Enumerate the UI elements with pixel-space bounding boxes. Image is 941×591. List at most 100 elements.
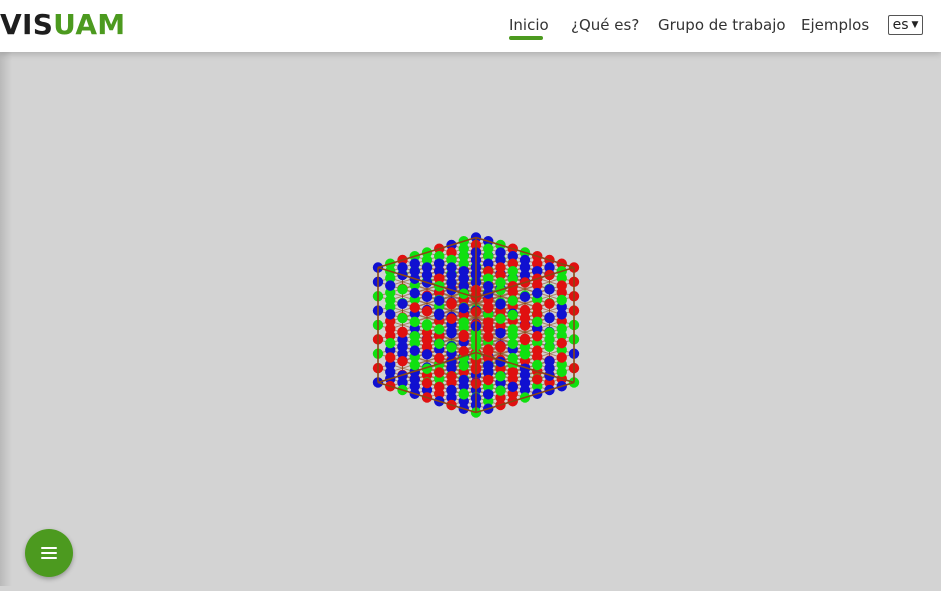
- atom: [544, 298, 555, 309]
- atom: [397, 298, 408, 309]
- atom: [483, 317, 494, 328]
- atom: [458, 389, 469, 400]
- atom: [409, 359, 420, 371]
- atom: [434, 324, 445, 335]
- atom: [446, 299, 457, 310]
- chevron-down-icon: ▼: [911, 20, 919, 30]
- atom: [483, 374, 494, 386]
- atom: [446, 371, 457, 382]
- atom: [532, 316, 543, 328]
- atom: [544, 284, 555, 295]
- atom: [409, 331, 420, 342]
- atom: [434, 309, 445, 321]
- atom: [385, 352, 396, 363]
- atom: [519, 291, 531, 303]
- atom: [434, 352, 445, 364]
- atom: [458, 374, 469, 386]
- atom: [397, 312, 408, 324]
- atom: [397, 327, 408, 338]
- atom: [421, 291, 433, 303]
- atom: [421, 306, 433, 317]
- atom: [385, 294, 396, 306]
- atom: [495, 327, 506, 339]
- atom: [385, 309, 396, 320]
- menu-icon: [41, 547, 57, 559]
- atom: [421, 320, 433, 331]
- logo-part-vis: VIS: [0, 8, 54, 41]
- atom: [556, 294, 567, 306]
- atom: [446, 313, 457, 324]
- atom: [483, 302, 494, 314]
- atom: [458, 302, 469, 314]
- atom: [397, 341, 408, 353]
- nav-item-que-es[interactable]: ¿Qué es?: [571, 15, 639, 35]
- atom: [556, 337, 567, 349]
- atom: [483, 331, 494, 343]
- atom: [409, 316, 420, 328]
- atom: [446, 385, 457, 396]
- atom: [458, 331, 469, 343]
- atom: [409, 287, 420, 299]
- atom: [385, 366, 396, 378]
- atom: [385, 323, 396, 334]
- atom: [507, 381, 518, 393]
- atom: [544, 341, 555, 353]
- atom: [519, 377, 531, 389]
- atom: [507, 324, 518, 335]
- atom: [544, 327, 555, 338]
- atom: [507, 338, 518, 349]
- atom: [434, 295, 445, 306]
- atom: [446, 327, 457, 339]
- atom: [556, 323, 567, 334]
- atom: [519, 349, 531, 360]
- atom: [544, 312, 555, 324]
- atom: [385, 280, 396, 291]
- atom: [556, 280, 567, 291]
- top-navbar: VISUAM Inicio ¿Qué es? Grupo de trabajo …: [0, 0, 941, 52]
- atom: [507, 309, 518, 321]
- 3d-viewer[interactable]: [0, 52, 941, 586]
- logo[interactable]: VISUAM: [0, 8, 125, 42]
- atom: [495, 371, 506, 382]
- atom: [421, 349, 433, 360]
- language-value: es: [892, 17, 909, 33]
- nav-item-ejemplos[interactable]: Ejemplos: [801, 15, 869, 35]
- atom: [409, 345, 420, 356]
- atom: [495, 385, 506, 396]
- atom: [532, 287, 543, 299]
- atom: [409, 302, 420, 313]
- atom: [409, 374, 420, 385]
- atom: [556, 352, 567, 363]
- atom: [434, 381, 445, 393]
- atom: [397, 356, 408, 367]
- atom: [532, 359, 543, 371]
- atom: [483, 360, 494, 371]
- atom: [507, 367, 518, 378]
- atom: [532, 374, 543, 385]
- atom: [507, 352, 518, 364]
- atom: [421, 377, 433, 389]
- atom: [556, 366, 567, 378]
- nav-item-grupo-de-trabajo[interactable]: Grupo de trabajo: [658, 15, 786, 35]
- atom: [458, 360, 469, 371]
- crystal-lattice-model: [372, 232, 580, 418]
- atom: [385, 337, 396, 349]
- cube-frame: [377, 236, 575, 414]
- active-nav-indicator: [509, 36, 543, 40]
- atom: [519, 334, 531, 346]
- language-select[interactable]: es ▼: [888, 15, 923, 35]
- atom: [458, 317, 469, 328]
- nav-item-inicio[interactable]: Inicio: [509, 15, 549, 35]
- atom: [483, 389, 494, 400]
- atom: [532, 345, 543, 356]
- atom: [519, 320, 531, 331]
- logo-part-uam: UAM: [53, 8, 126, 41]
- atom: [446, 342, 457, 353]
- atom: [507, 295, 518, 306]
- atom: [544, 356, 555, 367]
- atom: [495, 299, 506, 310]
- menu-fab-button[interactable]: [25, 529, 73, 577]
- atom: [421, 334, 433, 346]
- atom: [434, 338, 445, 349]
- atom: [495, 342, 506, 353]
